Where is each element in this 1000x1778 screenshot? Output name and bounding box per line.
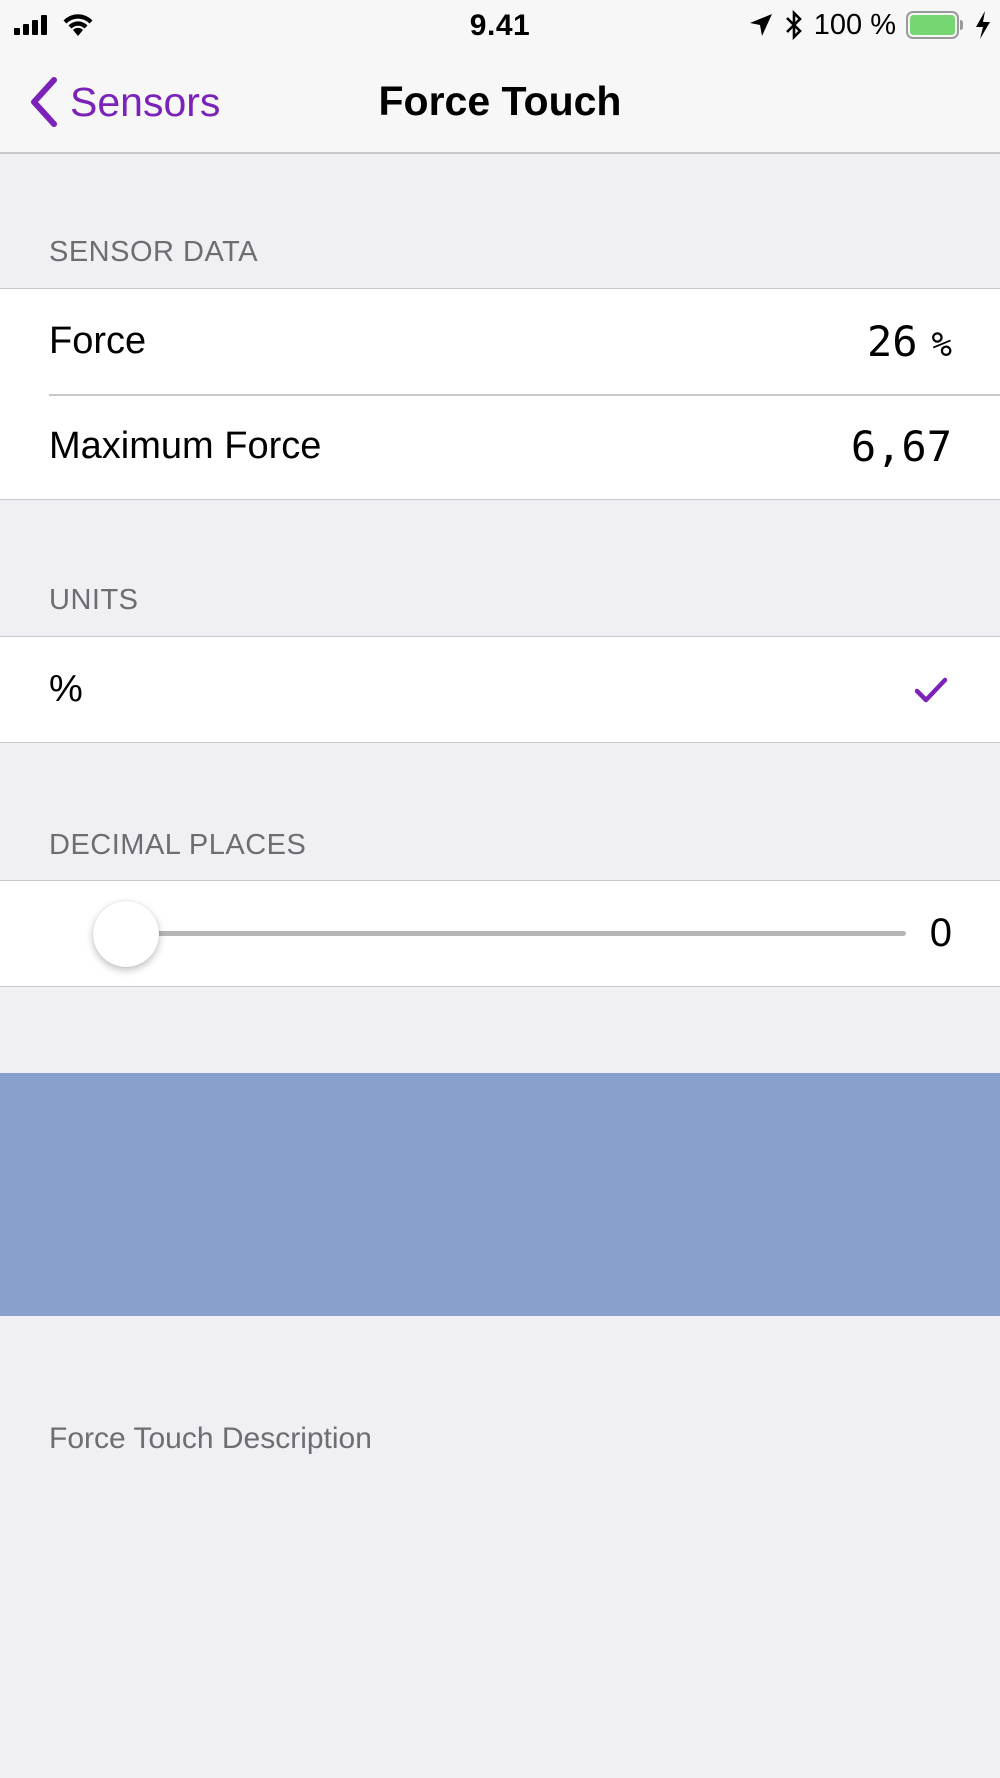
section-header-decimal-places: DECIMAL PLACES	[49, 829, 307, 861]
slider-track[interactable]	[126, 931, 906, 936]
force-touch-area[interactable]	[0, 1073, 1000, 1316]
maximum-force-label: Maximum Force	[49, 425, 322, 467]
maximum-force-row: Maximum Force 6,67	[0, 394, 1000, 499]
unit-option-label: %	[49, 668, 83, 710]
battery-percent: 100 %	[813, 8, 896, 41]
navigation-bar: Sensors Force Touch	[0, 50, 1000, 154]
force-unit: %	[931, 325, 952, 365]
decimal-places-value: 0	[929, 911, 952, 955]
unit-option-percent[interactable]: %	[0, 637, 1000, 742]
force-touch-description: Force Touch Description	[49, 1422, 372, 1455]
location-icon	[749, 14, 772, 36]
decimal-places-slider-row: 0	[0, 881, 1000, 986]
maximum-force-value: 6,67	[850, 422, 952, 471]
units-group: %	[0, 636, 1000, 743]
status-bar: 9.41 100 %	[0, 0, 1000, 50]
checkmark-icon	[914, 677, 948, 702]
force-row: Force 26%	[0, 289, 1000, 394]
slider-thumb[interactable]	[93, 901, 159, 967]
decimal-places-group: 0	[0, 880, 1000, 987]
section-header-sensor-data: SENSOR DATA	[49, 236, 259, 268]
battery-icon	[906, 11, 963, 39]
force-value-group: 26%	[867, 317, 952, 366]
status-right-group: 100 %	[748, 8, 992, 42]
charging-bolt-icon	[976, 11, 990, 39]
bluetooth-icon	[785, 10, 802, 40]
page-title: Force Touch	[378, 78, 622, 124]
sensor-data-group: Force 26% Maximum Force 6,67	[0, 288, 1000, 500]
section-header-units: UNITS	[49, 584, 139, 616]
force-value: 26	[866, 317, 918, 366]
force-label: Force	[49, 320, 147, 362]
